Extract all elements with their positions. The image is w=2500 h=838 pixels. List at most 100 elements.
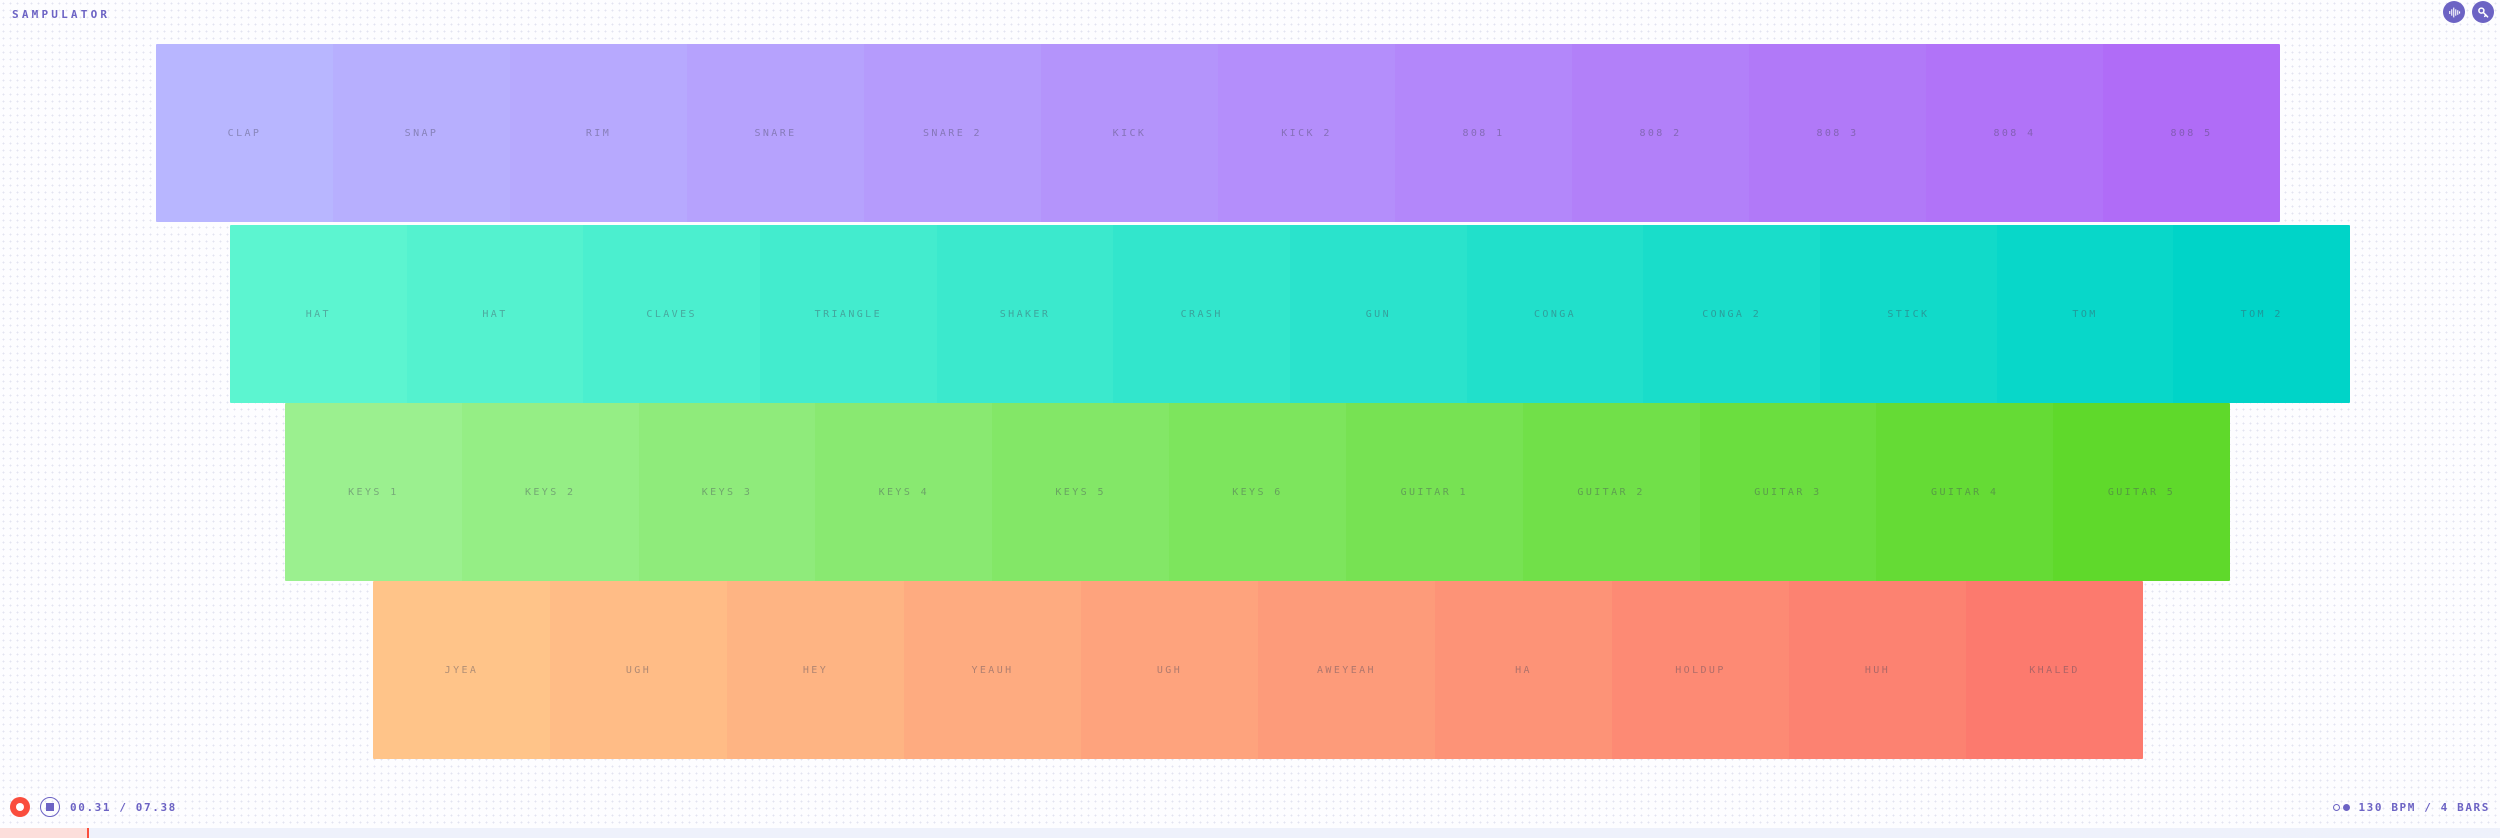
- pad-percussion-11[interactable]: TOM 2: [2173, 225, 2350, 403]
- pad-vocals-7[interactable]: HOLDUP: [1612, 581, 1789, 759]
- key-icon-button[interactable]: [2472, 1, 2494, 23]
- key-icon: [2477, 6, 2490, 19]
- pad-label: YEAUH: [971, 664, 1014, 676]
- pad-drums-0[interactable]: CLAP: [156, 44, 333, 222]
- pad-vocals-9[interactable]: KHALED: [1966, 581, 2143, 759]
- pad-drums-9[interactable]: 808 3: [1749, 44, 1926, 222]
- pad-melodic-0[interactable]: KEYS 1: [285, 403, 462, 581]
- pad-drums-10[interactable]: 808 4: [1926, 44, 2103, 222]
- pad-label: CRASH: [1180, 308, 1223, 320]
- pad-label: HA: [1515, 664, 1532, 676]
- pad-drums-2[interactable]: RIM: [510, 44, 687, 222]
- pad-drums-6[interactable]: KICK 2: [1218, 44, 1395, 222]
- pad-melodic-10[interactable]: GUITAR 5: [2053, 403, 2230, 581]
- pad-label: 808 4: [1993, 127, 2036, 139]
- pad-label: 808 1: [1462, 127, 1505, 139]
- pad-percussion-8[interactable]: CONGA 2: [1643, 225, 1821, 403]
- pad-vocals-5[interactable]: AWEYEAH: [1258, 581, 1435, 759]
- pad-label: KEYS 5: [1055, 486, 1106, 498]
- pad-melodic-3[interactable]: KEYS 4: [815, 403, 993, 581]
- record-dot-icon: [16, 803, 24, 811]
- app-header: SAMPULATOR: [0, 0, 2500, 30]
- pad-label: SNAP: [404, 127, 439, 139]
- pad-drums-7[interactable]: 808 1: [1395, 44, 1572, 222]
- pad-drums-4[interactable]: SNARE 2: [864, 44, 1041, 222]
- pad-label: KHALED: [2029, 664, 2080, 676]
- pad-vocals-4[interactable]: UGH: [1081, 581, 1258, 759]
- pad-row-vocals: JYEA UGH HEY YEAUH UGH AWEYEAH HA HOLDUP HUH KHAL…: [373, 581, 2143, 759]
- pad-label: CLAVES: [646, 308, 697, 320]
- pad-vocals-3[interactable]: YEAUH: [904, 581, 1081, 759]
- pad-drums-1[interactable]: SNAP: [333, 44, 510, 222]
- pad-label: JYEA: [444, 664, 479, 676]
- pad-percussion-2[interactable]: CLAVES: [583, 225, 761, 403]
- pad-percussion-7[interactable]: CONGA: [1466, 225, 1644, 403]
- pad-label: HOLDUP: [1675, 664, 1726, 676]
- pad-percussion-5[interactable]: CRASH: [1113, 225, 1291, 403]
- pad-label: KICK: [1112, 127, 1147, 139]
- pad-melodic-1[interactable]: KEYS 2: [461, 403, 639, 581]
- pad-label: TOM: [2072, 308, 2098, 320]
- pad-label: TOM 2: [2240, 308, 2283, 320]
- stop-button[interactable]: [40, 797, 60, 817]
- pad-drums-5[interactable]: KICK: [1041, 44, 1218, 222]
- page-title: SAMPULATOR: [12, 8, 111, 21]
- pad-melodic-7[interactable]: GUITAR 2: [1522, 403, 1700, 581]
- pad-label: GUITAR 4: [1931, 486, 1999, 498]
- loop-toggle[interactable]: [2333, 803, 2351, 811]
- pad-label: GUITAR 2: [1577, 486, 1645, 498]
- pad-row-melodic: KEYS 1 KEYS 2 KEYS 3 KEYS 4 KEYS 5 KEYS 6 GUIT…: [285, 403, 2230, 581]
- pad-label: STICK: [1887, 308, 1930, 320]
- tempo-display[interactable]: 130 BPM / 4 BARS: [2358, 801, 2490, 814]
- pad-vocals-8[interactable]: HUH: [1789, 581, 1966, 759]
- pad-melodic-6[interactable]: GUITAR 1: [1345, 403, 1523, 581]
- pad-label: CONGA 2: [1702, 308, 1762, 320]
- pad-percussion-3[interactable]: TRIANGLE: [760, 225, 937, 403]
- pad-label: GUN: [1365, 308, 1391, 320]
- pad-drums-11[interactable]: 808 5: [2103, 44, 2280, 222]
- pad-label: SNARE: [754, 127, 797, 139]
- pad-melodic-4[interactable]: KEYS 5: [992, 403, 1170, 581]
- pad-label: 808 2: [1639, 127, 1682, 139]
- pad-percussion-10[interactable]: TOM: [1996, 225, 2174, 403]
- header-actions: [2443, 1, 2494, 23]
- transport-settings: 130 BPM / 4 BARS: [2333, 801, 2490, 814]
- transport-bar: 00.31 / 07.38 130 BPM / 4 BARS: [0, 790, 2500, 824]
- pad-label: HAT: [305, 308, 331, 320]
- pad-label: SHAKER: [999, 308, 1051, 320]
- pad-label: 808 5: [2170, 127, 2213, 139]
- pad-vocals-0[interactable]: JYEA: [373, 581, 550, 759]
- pad-percussion-9[interactable]: STICK: [1820, 225, 1997, 403]
- pad-label: UGH: [625, 664, 652, 676]
- pad-label: AWEYEAH: [1317, 664, 1376, 676]
- pad-label: TRIANGLE: [814, 308, 883, 320]
- pad-drums-8[interactable]: 808 2: [1572, 44, 1749, 222]
- progress-playhead[interactable]: [86, 828, 89, 838]
- pad-vocals-6[interactable]: HA: [1435, 581, 1612, 759]
- playback-progress-bar[interactable]: [0, 828, 2500, 838]
- pad-melodic-9[interactable]: GUITAR 4: [1876, 403, 2054, 581]
- pad-label: KEYS 1: [348, 486, 399, 498]
- pad-percussion-0[interactable]: HAT: [230, 225, 407, 403]
- pad-row-drums: CLAP SNAP RIM SNARE SNARE 2 KICK KICK 2 808 1 80…: [156, 44, 2280, 222]
- pad-percussion-4[interactable]: SHAKER: [936, 225, 1114, 403]
- pad-vocals-1[interactable]: UGH: [550, 581, 727, 759]
- stop-square-icon: [46, 803, 54, 811]
- pad-melodic-2[interactable]: KEYS 3: [638, 403, 816, 581]
- pad-drums-3[interactable]: SNARE: [687, 44, 864, 222]
- waveform-icon: [2448, 6, 2461, 19]
- waveform-icon-button[interactable]: [2443, 1, 2465, 23]
- pad-label: SNARE 2: [923, 127, 982, 139]
- loop-ring-icon: [2333, 803, 2341, 811]
- pad-label: HAT: [482, 308, 508, 320]
- pad-label: UGH: [1156, 664, 1183, 676]
- pad-percussion-1[interactable]: HAT: [406, 225, 584, 403]
- pad-label: GUITAR 5: [2107, 486, 2176, 498]
- record-button[interactable]: [10, 797, 30, 817]
- pad-melodic-5[interactable]: KEYS 6: [1169, 403, 1346, 581]
- pad-vocals-2[interactable]: HEY: [727, 581, 904, 759]
- pad-melodic-8[interactable]: GUITAR 3: [1699, 403, 1877, 581]
- pad-percussion-6[interactable]: GUN: [1290, 225, 1467, 403]
- pad-label: KEYS 4: [878, 486, 930, 498]
- pad-label: RIM: [585, 127, 612, 139]
